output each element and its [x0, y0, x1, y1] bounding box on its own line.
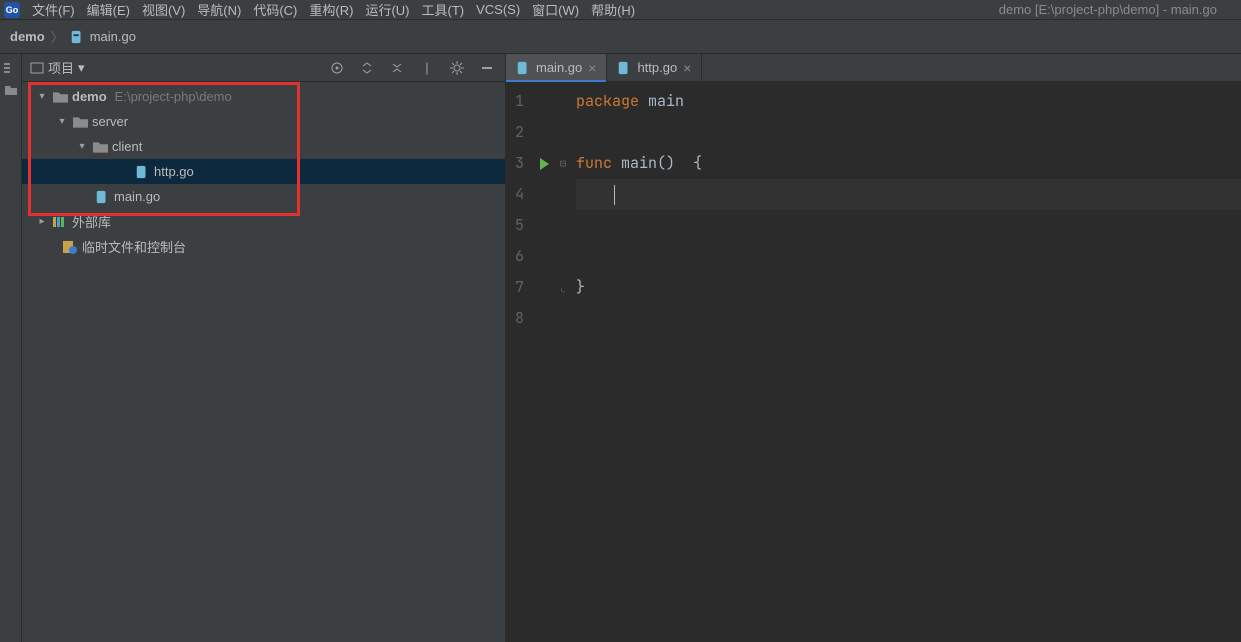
- minimize-icon[interactable]: [479, 60, 495, 76]
- go-file-icon: [516, 61, 530, 75]
- go-file-icon: [70, 30, 84, 44]
- chevron-right-icon[interactable]: [36, 216, 48, 227]
- editor-tabs: main.go × http.go ×: [506, 54, 1241, 82]
- line-number: 4: [506, 179, 524, 210]
- project-strip-icon[interactable]: [3, 82, 19, 98]
- breadcrumb: demo 〉 main.go: [0, 20, 1241, 54]
- tree-label: client: [112, 139, 142, 154]
- project-label: 项目: [48, 58, 74, 77]
- tree-label: 外部库: [72, 212, 111, 231]
- chevron-down-icon[interactable]: [76, 141, 88, 152]
- left-tool-strip: [0, 54, 22, 642]
- tree-node-demo[interactable]: demo E:\project-php\demo: [22, 84, 505, 109]
- fold-gutter: ⊟ ⌞: [558, 82, 576, 642]
- folder-icon: [52, 89, 68, 105]
- menu-view[interactable]: 视图(V): [142, 0, 185, 19]
- tree-label: main.go: [114, 189, 160, 204]
- tree-node-client[interactable]: client: [22, 134, 505, 159]
- text-caret: [614, 185, 615, 205]
- gear-icon[interactable]: [449, 60, 465, 76]
- code-lines[interactable]: package main func main() { }: [576, 82, 1241, 642]
- tree-label: server: [92, 114, 128, 129]
- code-token: main: [648, 91, 684, 111]
- menu-vcs[interactable]: VCS(S): [476, 2, 520, 17]
- menu-code[interactable]: 代码(C): [253, 0, 297, 19]
- menu-run[interactable]: 运行(U): [365, 0, 409, 19]
- tab-http-go[interactable]: http.go ×: [607, 54, 702, 81]
- menu-window[interactable]: 窗口(W): [532, 0, 579, 19]
- tree-label: 临时文件和控制台: [82, 237, 186, 256]
- tree-node-main-go[interactable]: main.go: [22, 184, 505, 209]
- tab-main-go[interactable]: main.go ×: [506, 54, 607, 81]
- code-token: package: [576, 91, 639, 111]
- project-tree[interactable]: demo E:\project-php\demo server: [22, 82, 505, 642]
- library-icon: [52, 214, 68, 230]
- tree-node-http-go[interactable]: http.go: [22, 159, 505, 184]
- breadcrumb-project[interactable]: demo: [10, 29, 45, 44]
- breadcrumb-file[interactable]: main.go: [90, 29, 136, 44]
- run-icon[interactable]: [540, 158, 549, 170]
- expand-icon[interactable]: [359, 60, 375, 76]
- line-number: 2: [506, 117, 524, 148]
- locate-icon[interactable]: [329, 60, 345, 76]
- tree-node-scratches[interactable]: 临时文件和控制台: [22, 234, 505, 259]
- menu-bar: Go 文件(F) 编辑(E) 视图(V) 导航(N) 代码(C) 重构(R) 运…: [0, 0, 1241, 20]
- menu-file[interactable]: 文件(F): [32, 0, 75, 19]
- tree-node-server[interactable]: server: [22, 109, 505, 134]
- collapse-icon[interactable]: [389, 60, 405, 76]
- folder-icon: [72, 114, 88, 130]
- chevron-down-icon[interactable]: [36, 91, 48, 102]
- run-gutter: [530, 82, 558, 642]
- fold-start-icon[interactable]: ⊟: [558, 157, 568, 171]
- tree-hint: E:\project-php\demo: [115, 89, 232, 104]
- line-number-gutter: 1 2 3 4 5 6 7 8: [506, 82, 530, 642]
- scratch-icon: [62, 239, 78, 255]
- structure-icon[interactable]: [3, 60, 19, 76]
- sidebar-header: 项目 |: [22, 54, 505, 82]
- tab-label: http.go: [637, 60, 677, 75]
- menu-nav[interactable]: 导航(N): [197, 0, 241, 19]
- divider: |: [419, 60, 435, 76]
- menu-help[interactable]: 帮助(H): [591, 0, 635, 19]
- code-token: func: [576, 153, 612, 173]
- go-file-icon: [617, 61, 631, 75]
- project-view-selector[interactable]: 项目: [30, 58, 85, 77]
- menu-edit[interactable]: 编辑(E): [87, 0, 130, 19]
- line-number: 3: [506, 148, 524, 179]
- editor-area: main.go × http.go × 1 2 3 4 5 6 7 8: [506, 54, 1241, 642]
- menu-tools[interactable]: 工具(T): [421, 0, 464, 19]
- code-token: }: [576, 277, 585, 297]
- project-sidebar: 项目 | demo: [22, 54, 506, 642]
- code-token: main: [621, 153, 657, 173]
- line-number: 8: [506, 303, 524, 334]
- folder-icon: [92, 139, 108, 155]
- go-file-icon: [94, 189, 110, 205]
- tree-node-external-libs[interactable]: 外部库: [22, 209, 505, 234]
- chevron-down-icon: [78, 60, 85, 76]
- tree-label: demo: [72, 89, 107, 104]
- main-area: 项目 | demo: [0, 54, 1241, 642]
- line-number: 7: [506, 272, 524, 303]
- tree-label: http.go: [154, 164, 194, 179]
- window-title: demo [E:\project-php\demo] - main.go: [999, 2, 1237, 17]
- line-number: 1: [506, 86, 524, 117]
- tab-label: main.go: [536, 60, 582, 75]
- menu-refactor[interactable]: 重构(R): [309, 0, 353, 19]
- go-file-icon: [134, 164, 150, 180]
- line-number: 5: [506, 210, 524, 241]
- breadcrumb-sep: 〉: [51, 27, 64, 46]
- app-icon: Go: [4, 2, 20, 18]
- code-area[interactable]: 1 2 3 4 5 6 7 8: [506, 82, 1241, 642]
- fold-end-icon[interactable]: ⌞: [558, 281, 568, 295]
- line-number: 6: [506, 241, 524, 272]
- chevron-down-icon[interactable]: [56, 116, 68, 127]
- code-token: () {: [657, 153, 702, 173]
- close-icon[interactable]: ×: [683, 61, 691, 75]
- close-icon[interactable]: ×: [588, 61, 596, 75]
